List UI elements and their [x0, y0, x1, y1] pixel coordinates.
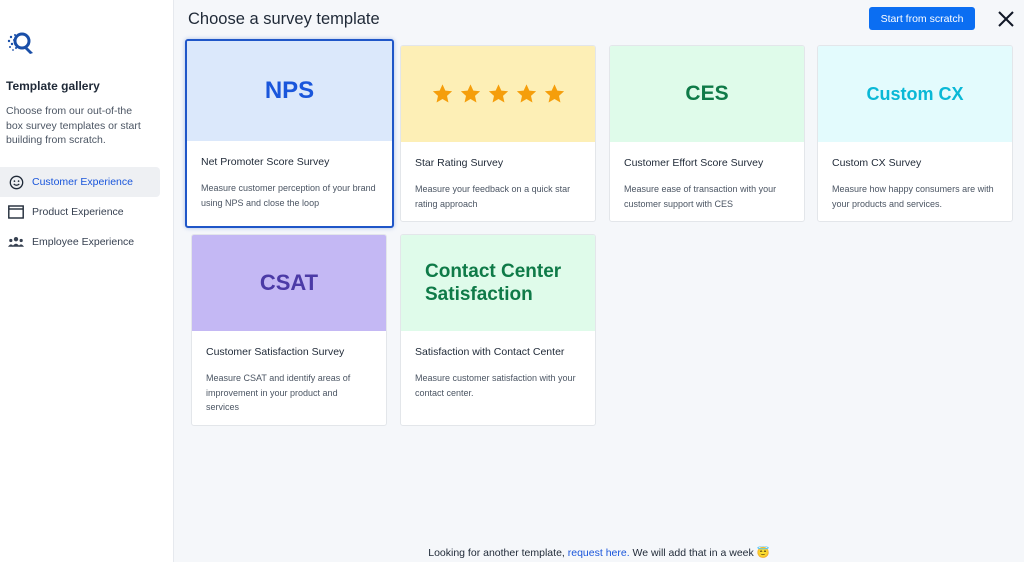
template-card-star-rating[interactable]: Star Rating Survey Measure your feedback… [400, 45, 596, 222]
sidebar-item-label: Product Experience [32, 206, 124, 218]
sidebar-title: Template gallery [6, 79, 100, 93]
footer-note: Looking for another template, request he… [0, 546, 1024, 559]
request-template-link[interactable]: request here. [568, 547, 630, 559]
sidebar-item-label: Employee Experience [32, 236, 135, 248]
card-banner: CSAT [192, 235, 386, 331]
sidebar-item-customer-experience[interactable]: Customer Experience [0, 167, 160, 197]
card-description: Measure CSAT and identify areas of impro… [206, 373, 351, 412]
template-card-ces[interactable]: CES Customer Effort Score Survey Measure… [609, 45, 805, 222]
sidebar-description: Choose from our out-of-the box survey te… [6, 105, 141, 146]
sidebar-item-product-experience[interactable]: Product Experience [0, 197, 160, 227]
card-title: Net Promoter Score Survey [201, 156, 330, 168]
card-description: Measure your feedback on a quick star ra… [415, 184, 571, 209]
star-icon [432, 84, 452, 103]
sidebar-item-label: Customer Experience [32, 176, 133, 188]
template-card-csat[interactable]: CSAT Customer Satisfaction Survey Measur… [191, 234, 387, 426]
card-description: Measure how happy consumers are with you… [832, 184, 994, 209]
footer-text: Looking for another template, [428, 547, 565, 559]
start-from-scratch-button[interactable]: Start from scratch [869, 7, 975, 30]
smiley-icon [8, 174, 24, 190]
sidebar: Template gallery Choose from our out-of-… [0, 0, 174, 562]
template-card-nps[interactable]: NPS Net Promoter Score Survey Measure cu… [185, 39, 394, 228]
card-banner [401, 46, 595, 142]
card-banner: NPS [187, 41, 392, 141]
star-icon [544, 84, 564, 103]
close-icon[interactable] [995, 8, 1017, 30]
card-description: Measure customer satisfaction with your … [415, 373, 576, 398]
sidebar-nav: Customer Experience Product Experience E… [0, 167, 160, 257]
card-title: Customer Satisfaction Survey [206, 346, 345, 358]
page-title: Choose a survey template [188, 10, 380, 28]
card-banner: CES [610, 46, 804, 142]
card-banner: Custom CX [818, 46, 1012, 142]
card-title: Star Rating Survey [415, 157, 504, 169]
team-icon [8, 234, 24, 250]
sidebar-item-employee-experience[interactable]: Employee Experience [0, 227, 160, 257]
template-card-custom-cx[interactable]: Custom CX Custom CX Survey Measure how h… [817, 45, 1013, 222]
footer-suffix: We will add that in a week 😇 [632, 547, 770, 559]
template-card-contact-center[interactable]: Contact Center Satisfaction Satisfaction… [400, 234, 596, 426]
card-banner: Contact Center Satisfaction [401, 235, 595, 331]
card-description: Measure ease of transaction with your cu… [624, 184, 777, 209]
card-title: Satisfaction with Contact Center [415, 346, 565, 358]
card-title: Custom CX Survey [832, 157, 922, 169]
star-icon [516, 84, 536, 103]
card-title: Customer Effort Score Survey [624, 157, 764, 169]
star-rating-icons [431, 83, 566, 105]
star-icon [460, 84, 480, 103]
window-icon [8, 204, 24, 220]
logo-icon [6, 28, 38, 56]
card-description: Measure customer perception of your bran… [201, 183, 376, 208]
star-icon [488, 84, 508, 103]
